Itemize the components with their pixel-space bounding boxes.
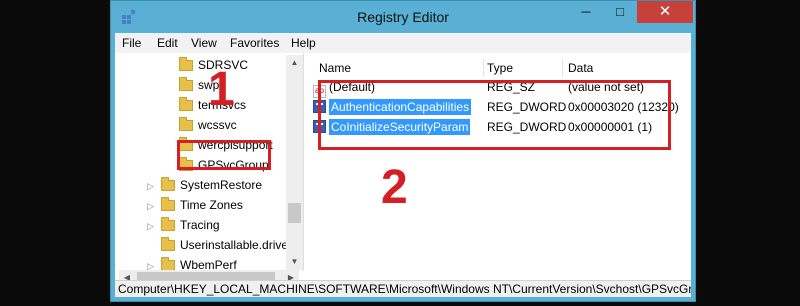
title-bar[interactable]: Registry Editor ─ □ ✕	[111, 1, 695, 33]
status-bar-path: Computer\HKEY_LOCAL_MACHINE\SOFTWARE\Mic…	[115, 280, 691, 297]
column-header-name[interactable]: Name	[319, 57, 351, 79]
folder-icon	[161, 237, 175, 251]
menu-favorites[interactable]: Favorites	[230, 36, 279, 50]
folder-icon	[161, 197, 175, 211]
column-divider[interactable]	[562, 59, 563, 77]
expand-arrow-icon[interactable]: ▷	[147, 216, 155, 236]
maximize-button[interactable]: □	[603, 1, 637, 23]
annotation-step-2: 2	[381, 161, 408, 214]
menu-view[interactable]: View	[191, 36, 217, 50]
expand-arrow-icon[interactable]: ▷	[147, 196, 155, 216]
menu-file[interactable]: File	[122, 36, 141, 50]
close-button[interactable]: ✕	[637, 1, 693, 23]
scroll-down-arrow-icon[interactable]: ▼	[286, 254, 303, 270]
tree-item[interactable]: ▷ Tracing	[147, 215, 220, 235]
folder-icon	[179, 77, 193, 91]
scroll-up-arrow-icon[interactable]: ▲	[286, 55, 303, 71]
minimize-button[interactable]: ─	[569, 1, 603, 23]
folder-icon	[161, 217, 175, 231]
folder-icon	[179, 57, 193, 71]
menu-bar: File Edit View Favorites Help	[115, 33, 691, 53]
tree-item-label: Userinstallable.drivers	[180, 238, 299, 252]
expand-arrow-icon[interactable]: ▷	[147, 256, 155, 270]
tree-item-label: Time Zones	[180, 198, 243, 212]
column-header-type[interactable]: Type	[487, 57, 513, 79]
tree-item[interactable]: ▷ SystemRestore	[147, 175, 262, 195]
folder-icon	[179, 117, 193, 131]
tree-item[interactable]: Userinstallable.drivers	[161, 235, 298, 255]
highlight-box-values	[318, 80, 671, 150]
folder-icon	[161, 257, 175, 270]
column-divider[interactable]	[483, 59, 484, 77]
tree-item-label: WbemPerf	[180, 258, 237, 270]
folder-icon	[179, 97, 193, 111]
tree-vertical-scrollbar[interactable]: ▲ ▼	[286, 55, 303, 270]
tree-item[interactable]: ▷ Time Zones	[147, 195, 243, 215]
expand-arrow-icon[interactable]: ▷	[147, 176, 155, 196]
menu-edit[interactable]: Edit	[157, 36, 178, 50]
highlight-box-gpsvcgroup	[177, 140, 271, 170]
tree-item[interactable]: ▷ WbemPerf	[147, 255, 237, 270]
annotation-step-1: 1	[208, 63, 235, 116]
folder-icon	[161, 177, 175, 191]
tree-item-label: Tracing	[180, 218, 220, 232]
tree-item-label: wcssvc	[198, 118, 237, 132]
column-header-data[interactable]: Data	[568, 57, 593, 79]
scroll-thumb[interactable]	[288, 203, 301, 223]
tree-item[interactable]: wcssvc	[179, 115, 237, 135]
tree-item-label: SystemRestore	[180, 178, 263, 192]
menu-help[interactable]: Help	[291, 36, 316, 50]
